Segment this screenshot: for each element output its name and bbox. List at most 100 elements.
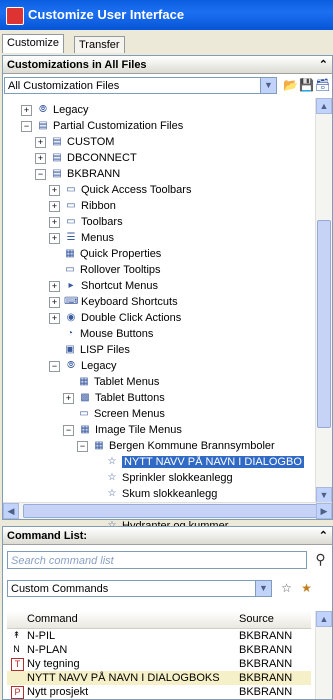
collapse-node-icon[interactable]: −: [77, 440, 88, 452]
table-row[interactable]: N N-PLAN BKBRANN: [7, 643, 311, 657]
tree-node[interactable]: ▭ Rollover Tooltips: [49, 262, 161, 278]
tree-node-label: CUSTOM: [67, 136, 115, 149]
title-bar: Customize User Interface: [0, 0, 333, 30]
tree-node[interactable]: − ▦ Image Tile Menus: [63, 422, 182, 438]
expand-icon[interactable]: +: [35, 136, 46, 148]
tree-node-label: Double Click Actions: [81, 312, 182, 325]
command-filter-value: Custom Commands: [11, 583, 109, 595]
tree-node[interactable]: ▦ Quick Properties: [49, 246, 161, 262]
tree-vertical-scrollbar[interactable]: ▲ ▼: [315, 98, 332, 503]
tab-transfer[interactable]: Transfer: [74, 36, 125, 53]
tree-node[interactable]: ▣ LISP Files: [49, 342, 130, 358]
customization-files-dropdown[interactable]: All Customization Files ▼: [4, 77, 277, 94]
tree-node[interactable]: − ⦾ Legacy: [49, 358, 116, 374]
expand-icon[interactable]: +: [35, 152, 46, 164]
column-source[interactable]: Source: [239, 611, 274, 628]
scroll-thumb[interactable]: [317, 220, 331, 428]
tree-node[interactable]: + ▭ Toolbars: [49, 214, 123, 230]
table-row[interactable]: ↟ N-PIL BKBRANN: [7, 629, 311, 643]
tablet-buttons-icon: ▩: [80, 392, 90, 404]
scroll-up-icon[interactable]: ▲: [316, 98, 332, 114]
tree-node[interactable]: − ▦ Bergen Kommune Brannsymboler: [77, 438, 275, 454]
tree-node[interactable]: ☆ Skum slokkeanlegg: [91, 486, 218, 502]
command-list-scrollbar[interactable]: ▲: [315, 611, 332, 699]
tree-node-label: Image Tile Menus: [95, 424, 182, 437]
save-icon[interactable]: 💾: [299, 78, 314, 93]
tree-node[interactable]: + ▭ Quick Access Toolbars: [49, 182, 191, 198]
tree-node[interactable]: ▭ Screen Menus: [63, 406, 165, 422]
command-source: BKBRANN: [239, 630, 293, 642]
tree-node-label: Bergen Kommune Brannsymboler: [109, 440, 275, 453]
expand-icon[interactable]: +: [49, 296, 60, 308]
tree-node[interactable]: − ▤ BKBRANN: [35, 166, 120, 182]
tree-node[interactable]: ☆ Sprinkler slokkeanlegg: [91, 470, 233, 486]
collapse-icon[interactable]: ⌃: [319, 527, 328, 545]
open-file-icon[interactable]: 📂: [283, 78, 298, 93]
star-icon: ☆: [107, 488, 117, 500]
horizontal-scroll-thumb[interactable]: [23, 504, 317, 518]
tree-node[interactable]: + ▤ CUSTOM: [35, 134, 114, 150]
command-source: BKBRANN: [239, 686, 293, 698]
collapse-node-icon[interactable]: −: [35, 168, 46, 180]
find-command-icon[interactable]: ☆: [279, 581, 294, 596]
ribbon-icon: ▭: [66, 200, 76, 212]
properties-icon: ▦: [65, 248, 75, 260]
table-row[interactable]: NYTT NAVV PÅ NAVN I DIALOGBOKS BKBRANN: [7, 671, 311, 685]
collapse-node-icon[interactable]: −: [21, 120, 32, 132]
tree-node[interactable]: + ▸ Shortcut Menus: [49, 278, 158, 294]
command-name: N-PLAN: [27, 644, 68, 656]
tree-node-label: Legacy: [53, 104, 89, 117]
customization-tree[interactable]: + ⦾ Legacy − ▤ Partial Customization Files + ▤ C…: [7, 102, 312, 550]
toolbar-icon: ▭: [66, 216, 76, 228]
expand-icon[interactable]: +: [63, 392, 74, 404]
collapse-node-icon[interactable]: −: [63, 424, 74, 436]
collapse-icon[interactable]: ⌃: [319, 56, 328, 74]
cui-icon: ▤: [52, 152, 62, 164]
expand-icon[interactable]: +: [49, 184, 60, 196]
table-row[interactable]: T Ny tegning BKBRANN: [7, 657, 311, 671]
tree-node[interactable]: + ▤ DBCONNECT: [35, 150, 137, 166]
command-search-input[interactable]: Search command list: [7, 551, 307, 569]
command-filter-dropdown[interactable]: Custom Commands ▼: [7, 580, 272, 597]
tree-node[interactable]: + ☰ Menus: [49, 230, 114, 246]
column-command[interactable]: Command: [27, 611, 78, 628]
tree-horizontal-scrollbar[interactable]: ◀ ▶: [3, 502, 332, 519]
search-icon[interactable]: ⚲: [313, 552, 328, 567]
command-name: NYTT NAVV PÅ NAVN I DIALOGBOKS: [27, 672, 220, 684]
scroll-left-icon[interactable]: ◀: [3, 503, 19, 519]
tree-node[interactable]: + ⌨ Keyboard Shortcuts: [49, 294, 178, 310]
tree-node-label: Rollover Tooltips: [80, 264, 161, 277]
command-table-header: Command Source: [7, 611, 311, 629]
table-row[interactable]: P Nytt prosjekt BKBRANN: [7, 685, 311, 699]
screen-menu-icon: ▭: [79, 408, 89, 420]
chevron-down-icon[interactable]: ▼: [255, 581, 271, 596]
collapse-node-icon[interactable]: −: [49, 360, 60, 372]
tree-node-label: Ribbon: [81, 200, 116, 213]
tree-node-label: Toolbars: [81, 216, 123, 229]
expand-icon[interactable]: +: [49, 232, 60, 244]
tree-node[interactable]: ☆ NYTT NAVV PÅ NAVN I DIALOGBO: [91, 454, 304, 470]
scroll-down-icon[interactable]: ▼: [316, 487, 332, 503]
scroll-right-icon[interactable]: ▶: [316, 503, 332, 519]
new-command-icon[interactable]: ★: [299, 581, 314, 596]
chevron-down-icon[interactable]: ▼: [260, 78, 276, 93]
expand-icon[interactable]: +: [49, 216, 60, 228]
tree-node-label: LISP Files: [80, 344, 130, 357]
toolbar-icon: ▭: [66, 184, 76, 196]
tree-node[interactable]: + ▭ Ribbon: [49, 198, 116, 214]
tree-node[interactable]: + ▩ Tablet Buttons: [63, 390, 165, 406]
tree-node[interactable]: − ▤ Partial Customization Files: [21, 118, 183, 134]
expand-icon[interactable]: +: [21, 104, 32, 116]
expand-icon[interactable]: +: [49, 200, 60, 212]
save-as-icon[interactable]: 🗃: [315, 78, 330, 93]
scroll-up-icon[interactable]: ▲: [316, 611, 332, 627]
tab-customize[interactable]: Customize: [2, 34, 64, 53]
tree-node[interactable]: ◔ Mouse Buttons: [49, 326, 153, 342]
image-tile-icon: ▦: [94, 440, 104, 452]
tree-node[interactable]: + ⦾ Legacy: [21, 102, 88, 118]
tree-node[interactable]: + ◉ Double Click Actions: [49, 310, 181, 326]
tab-strip: Customize Transfer: [0, 34, 333, 54]
tree-node[interactable]: ▦ Tablet Menus: [63, 374, 159, 390]
expand-icon[interactable]: +: [49, 312, 60, 324]
expand-icon[interactable]: +: [49, 280, 60, 292]
